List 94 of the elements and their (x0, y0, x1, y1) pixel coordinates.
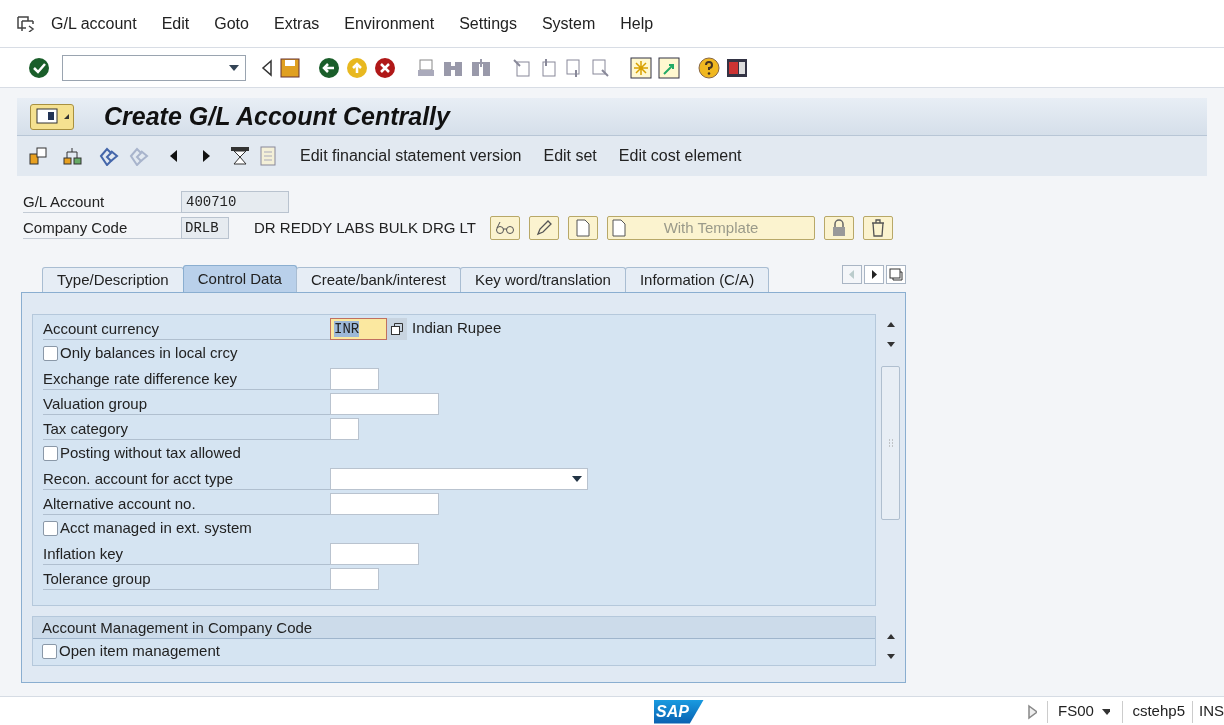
customize-layout-icon[interactable] (726, 56, 748, 79)
play-icon[interactable] (1026, 703, 1038, 720)
dropdown-field[interactable] (330, 467, 588, 490)
back-arrow-icon[interactable] (260, 58, 274, 77)
checkbox[interactable] (43, 446, 58, 461)
menu-item[interactable]: Help (620, 11, 654, 36)
checkbox[interactable] (43, 521, 58, 536)
menu-item[interactable]: Settings (459, 11, 517, 36)
tab[interactable]: Key word/translation (460, 267, 626, 292)
field-label: Alternative account no. (43, 492, 330, 515)
menu-item[interactable]: Goto (214, 11, 249, 36)
new-session-icon[interactable] (630, 56, 652, 79)
field-label: Tax category (43, 417, 330, 440)
back-icon[interactable] (318, 56, 340, 79)
input-field[interactable] (330, 392, 439, 415)
field-label: Recon. account for acct type (43, 467, 330, 490)
input-field[interactable] (330, 417, 359, 440)
swap-icon[interactable] (98, 146, 120, 166)
currency-name: Indian Rupee (412, 318, 502, 339)
hourglass-icon[interactable] (230, 146, 250, 166)
input-field[interactable] (330, 492, 439, 515)
checkbox-label: Posting without tax allowed (60, 443, 241, 464)
value-help-button[interactable] (387, 317, 407, 340)
first-page-icon[interactable] (512, 57, 532, 78)
caret-icon (229, 64, 239, 71)
page-icon (576, 219, 590, 237)
currency-field[interactable]: INR (330, 317, 387, 340)
toolbar-button[interactable]: Edit set (543, 144, 597, 168)
checkbox-label: Acct managed in ext. system (60, 518, 252, 539)
hierarchy-icon[interactable] (28, 146, 48, 166)
toolbar-button[interactable]: Edit financial statement version (300, 144, 522, 168)
tab[interactable]: Type/Description (42, 267, 184, 292)
input-mode: INS (1199, 701, 1224, 722)
field-label: Tolerance group (43, 567, 330, 590)
glasses-button[interactable] (490, 216, 520, 240)
menu-item[interactable]: System (541, 11, 596, 36)
caret-icon[interactable] (1101, 708, 1111, 715)
screen-icon (36, 107, 58, 126)
command-field[interactable] (62, 54, 246, 81)
checkmark-icon[interactable] (28, 56, 50, 79)
section-title: Account Management in Company Code (33, 617, 875, 639)
grip-icon (887, 439, 894, 447)
toolbar-button[interactable]: Edit cost element (618, 144, 742, 168)
account-field[interactable]: 400710 (181, 191, 289, 213)
copy-icon (391, 322, 403, 335)
lock-icon (832, 219, 846, 237)
input-field[interactable] (330, 542, 419, 565)
scroll-right-icon[interactable] (864, 265, 884, 284)
menu-item[interactable]: G/L account (51, 11, 137, 36)
menu-item[interactable]: Environment (344, 11, 435, 36)
scrollbar-thumb[interactable] (881, 366, 900, 520)
field-label: Inflation key (43, 542, 330, 565)
screen-title: Create G/L Account Centrally (104, 100, 450, 132)
field-label: Account currency (43, 317, 330, 340)
tab[interactable]: Control Data (182, 265, 297, 292)
checkbox[interactable] (43, 346, 58, 361)
find-next-icon[interactable] (470, 57, 492, 78)
print-icon[interactable] (416, 57, 436, 78)
tab[interactable]: Information (C/A) (624, 267, 770, 292)
field-label: Valuation group (43, 392, 330, 415)
checkbox[interactable] (42, 644, 57, 659)
last-page-icon[interactable] (590, 57, 610, 78)
input-field[interactable] (330, 367, 379, 390)
help-icon[interactable] (698, 56, 720, 79)
save-icon[interactable] (280, 57, 300, 78)
delete-button[interactable] (863, 216, 893, 240)
company-name: DR REDDY LABS BULK DRG LT (254, 217, 476, 238)
lock-button[interactable] (824, 216, 854, 240)
caret-icon (572, 475, 582, 482)
input-field[interactable] (330, 567, 379, 590)
tab[interactable]: Create/bank/interest (295, 267, 461, 292)
tab-list-icon[interactable] (886, 265, 906, 284)
trash-icon (871, 219, 885, 237)
exit-icon[interactable] (346, 56, 368, 79)
checkbox-label: Open item management (59, 641, 220, 662)
glasses-icon (495, 221, 515, 235)
menu-button[interactable] (30, 103, 74, 130)
company-code-field[interactable]: DRLB (181, 217, 229, 239)
checkbox-label: Only balances in local crcy (60, 343, 238, 364)
page-icon (612, 219, 626, 237)
logo: SAP (654, 699, 704, 724)
shortcut-icon[interactable] (658, 56, 680, 79)
pencil-button[interactable] (529, 216, 559, 240)
menu-icon[interactable] (17, 15, 35, 32)
caret-icon (64, 114, 69, 119)
pencil-icon (536, 220, 552, 236)
cancel-icon[interactable] (374, 56, 396, 79)
menu-item[interactable]: Edit (161, 11, 190, 36)
create-button[interactable] (568, 216, 598, 240)
server-name: cstehp5 (1132, 701, 1185, 722)
field-label: Exchange rate difference key (43, 367, 330, 390)
menu-item[interactable]: Extras (273, 11, 320, 36)
transaction-code[interactable]: FS00 (1058, 700, 1094, 723)
network-icon[interactable] (62, 146, 84, 166)
